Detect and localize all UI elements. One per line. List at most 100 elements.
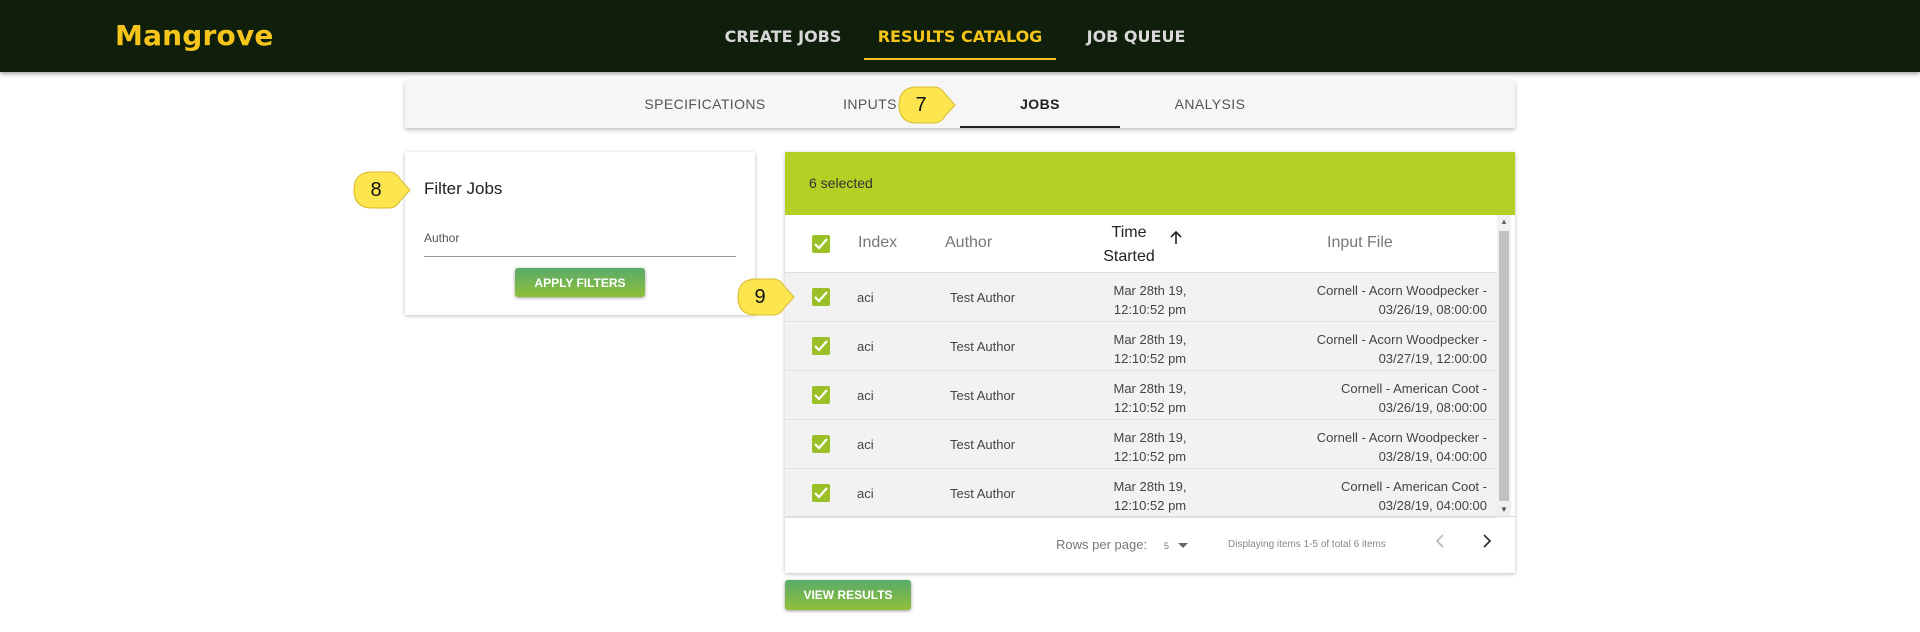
cell-index: aci (857, 437, 874, 452)
cell-author: Test Author (950, 437, 1016, 452)
file-line1: Cornell - Acorn Woodpecker - (1316, 430, 1487, 445)
column-header-index[interactable]: Index (858, 234, 897, 252)
cell-time: Mar 28th 19, 12:10:52 pm (1095, 281, 1205, 319)
tab-specifications[interactable]: SPECIFICATIONS (630, 80, 780, 128)
tab-jobs[interactable]: JOBS (960, 80, 1120, 128)
check-icon (814, 389, 828, 401)
row-checkbox[interactable] (812, 435, 830, 453)
cell-time: Mar 28th 19, 12:10:52 pm (1095, 428, 1205, 466)
rows-per-page-select[interactable]: 5 (1164, 541, 1169, 551)
time-line1: Mar 28th 19, (1113, 381, 1187, 396)
time-header-line2: Started (1103, 248, 1155, 265)
app-logo[interactable]: Mangrove (115, 19, 274, 52)
nav-job-queue[interactable]: JOB QUEUE (1080, 0, 1192, 72)
cell-index: aci (857, 290, 874, 305)
filter-title: Filter Jobs (424, 179, 503, 198)
scroll-up-icon[interactable]: ▲ (1500, 217, 1508, 226)
file-line1: Cornell - American Coot - (1341, 381, 1487, 396)
view-results-button[interactable]: VIEW RESULTS (785, 580, 911, 610)
table-row[interactable]: aci Test Author Mar 28th 19, 12:10:52 pm … (785, 371, 1497, 420)
file-line2: 03/28/19, 04:00:00 (1378, 449, 1487, 464)
cell-input-file: Cornell - American Coot - 03/28/19, 04:00… (1341, 477, 1487, 515)
file-line2: 03/28/19, 04:00:00 (1378, 498, 1487, 513)
selected-count: 6 selected (809, 175, 873, 191)
filter-panel: Filter Jobs Author APPLY FILTERS (405, 152, 755, 315)
table-header: Index Author Time Started Input File (785, 215, 1497, 273)
arrow-up-icon[interactable] (1170, 230, 1182, 250)
column-header-author[interactable]: Author (945, 234, 992, 252)
cell-time: Mar 28th 19, 12:10:52 pm (1095, 477, 1205, 515)
callout-8: 8 (353, 171, 411, 209)
file-line2: 03/27/19, 12:00:00 (1378, 351, 1487, 366)
file-line1: Cornell - Acorn Woodpecker - (1316, 283, 1487, 298)
jobs-table-card: 6 selected Index Author Time Started Inp… (785, 152, 1515, 573)
cell-input-file: Cornell - Acorn Woodpecker - 03/28/19, 04… (1317, 428, 1487, 466)
cell-index: aci (857, 486, 874, 501)
time-line1: Mar 28th 19, (1113, 283, 1187, 298)
file-line2: 03/26/19, 08:00:00 (1378, 400, 1487, 415)
table-scrollbar[interactable]: ▲ ▼ (1497, 215, 1511, 516)
cell-input-file: Cornell - Acorn Woodpecker - 03/27/19, 12… (1317, 330, 1487, 368)
callout-number: 8 (370, 178, 382, 201)
table-row[interactable]: aci Test Author Mar 28th 19, 12:10:52 pm … (785, 273, 1497, 322)
file-line1: Cornell - American Coot - (1341, 479, 1487, 494)
scroll-down-icon[interactable]: ▼ (1500, 505, 1508, 514)
app-bar: Mangrove CREATE JOBS RESULTS CATALOG JOB… (0, 0, 1920, 72)
cell-input-file: Cornell - Acorn Woodpecker - 03/26/19, 08… (1317, 281, 1487, 319)
cell-index: aci (857, 339, 874, 354)
sub-tabs: SPECIFICATIONS INPUTS JOBS ANALYSIS (405, 80, 1515, 128)
tab-analysis[interactable]: ANALYSIS (1150, 80, 1270, 128)
time-header-line1: Time (1111, 224, 1147, 241)
callout-9: 9 (737, 278, 795, 316)
chevron-left-icon[interactable] (1435, 533, 1445, 554)
time-line2: 12:10:52 pm (1113, 400, 1187, 415)
cell-index: aci (857, 388, 874, 403)
cell-author: Test Author (950, 486, 1016, 501)
check-icon (814, 438, 828, 450)
select-all-checkbox[interactable] (812, 235, 830, 253)
time-line2: 12:10:52 pm (1113, 302, 1187, 317)
time-line2: 12:10:52 pm (1113, 351, 1187, 366)
author-input[interactable] (424, 256, 736, 257)
time-line2: 12:10:52 pm (1113, 498, 1187, 513)
table-footer: Rows per page: 5 Displaying items 1-5 of… (785, 516, 1515, 573)
row-checkbox[interactable] (812, 337, 830, 355)
cell-time: Mar 28th 19, 12:10:52 pm (1095, 379, 1205, 417)
nav-create-jobs[interactable]: CREATE JOBS (718, 0, 848, 72)
time-line1: Mar 28th 19, (1113, 332, 1187, 347)
callout-number: 7 (915, 93, 927, 116)
row-checkbox[interactable] (812, 288, 830, 306)
rows-per-page-label: Rows per page: (1056, 537, 1148, 552)
cell-author: Test Author (950, 290, 1016, 305)
pagination-status: Displaying items 1-5 of total 6 items (1228, 539, 1386, 550)
time-line1: Mar 28th 19, (1113, 430, 1187, 445)
cell-input-file: Cornell - American Coot - 03/26/19, 08:00… (1341, 379, 1487, 417)
file-line1: Cornell - Acorn Woodpecker - (1316, 332, 1487, 347)
cell-time: Mar 28th 19, 12:10:52 pm (1095, 330, 1205, 368)
dropdown-caret-icon[interactable] (1178, 543, 1188, 548)
nav-results-catalog[interactable]: RESULTS CATALOG (864, 0, 1056, 72)
chevron-right-icon[interactable] (1482, 533, 1492, 554)
column-header-input-file[interactable]: Input File (1327, 234, 1393, 252)
cell-author: Test Author (950, 339, 1016, 354)
table-row[interactable]: aci Test Author Mar 28th 19, 12:10:52 pm … (785, 469, 1497, 518)
apply-filters-button[interactable]: APPLY FILTERS (515, 268, 645, 297)
check-icon (814, 487, 828, 499)
scroll-thumb[interactable] (1499, 231, 1509, 501)
file-line2: 03/26/19, 08:00:00 (1378, 302, 1487, 317)
check-icon (814, 291, 828, 303)
row-checkbox[interactable] (812, 484, 830, 502)
table-row[interactable]: aci Test Author Mar 28th 19, 12:10:52 pm … (785, 322, 1497, 371)
table-body: aci Test Author Mar 28th 19, 12:10:52 pm … (785, 273, 1497, 518)
time-line2: 12:10:52 pm (1113, 449, 1187, 464)
column-header-time-started[interactable]: Time Started (1093, 221, 1165, 269)
check-icon (814, 238, 828, 250)
row-checkbox[interactable] (812, 386, 830, 404)
cell-author: Test Author (950, 388, 1016, 403)
check-icon (814, 340, 828, 352)
time-line1: Mar 28th 19, (1113, 479, 1187, 494)
callout-number: 9 (754, 285, 766, 308)
selection-bar: 6 selected (785, 152, 1515, 215)
callout-7: 7 (898, 86, 956, 124)
table-row[interactable]: aci Test Author Mar 28th 19, 12:10:52 pm … (785, 420, 1497, 469)
